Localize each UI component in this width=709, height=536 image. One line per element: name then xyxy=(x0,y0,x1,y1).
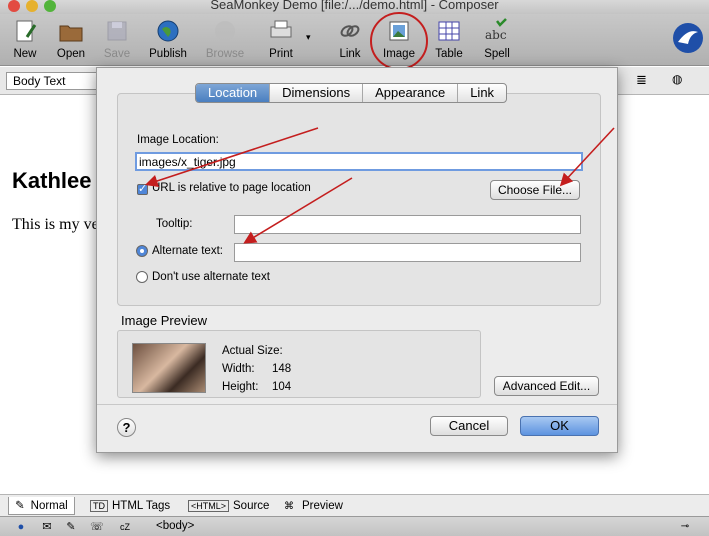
dialog-divider xyxy=(97,404,617,405)
tooltip-label: Tooltip: xyxy=(156,218,193,230)
tooltip-input[interactable] xyxy=(234,215,581,234)
browse-icon xyxy=(215,21,235,41)
main-toolbar: New Open Save Publish Browse Print ▾ Lin… xyxy=(0,14,709,66)
relative-url-checkbox[interactable] xyxy=(137,182,148,195)
location-tab-panel: Image Location: images/x_tiger.jpg URL i… xyxy=(117,93,601,306)
edit-mode-bar: ✎ Normal TD HTML Tags <HTML> Source ⌘ Previe… xyxy=(0,494,709,516)
help-button[interactable]: ? xyxy=(117,418,136,437)
spell-button[interactable]: abc Spell xyxy=(478,17,516,65)
open-button-label: Open xyxy=(56,48,86,60)
html-source-icon: <HTML> xyxy=(188,500,230,512)
composer-icon[interactable]: ✎ xyxy=(64,520,78,534)
mode-tab-source-label: Source xyxy=(233,500,270,512)
advanced-edit-button[interactable]: Advanced Edit... xyxy=(494,376,599,396)
no-alt-text-label: Don't use alternate text xyxy=(152,271,270,283)
spell-button-label: Spell xyxy=(484,48,510,60)
print-button-label: Print xyxy=(269,48,293,60)
tab-dimensions[interactable]: Dimensions xyxy=(270,84,364,102)
table-icon xyxy=(438,21,460,41)
choose-file-button[interactable]: Choose File... xyxy=(490,180,580,200)
height-label: Height: xyxy=(222,381,259,393)
preview-icon: ⌘ xyxy=(284,501,294,512)
browse-button[interactable]: Browse xyxy=(202,17,248,65)
table-button[interactable]: Table xyxy=(430,17,468,65)
status-bar: ● ✉ ✎ ☏ cZ <body> ⊸ xyxy=(0,516,709,536)
new-button-label: New xyxy=(13,48,37,60)
relative-url-label: URL is relative to page location xyxy=(152,182,311,194)
navigator-icon[interactable]: ● xyxy=(14,520,28,534)
save-button-label: Save xyxy=(103,48,131,60)
print-dropdown-chevron-icon[interactable]: ▾ xyxy=(306,32,311,43)
align-justify-icon[interactable]: ≣ xyxy=(636,72,647,88)
publish-button-label: Publish xyxy=(149,48,187,60)
open-button[interactable]: Open xyxy=(52,17,90,65)
folder-icon xyxy=(59,25,83,42)
mode-tab-preview-label: Preview xyxy=(302,500,343,512)
alternate-text-radio[interactable] xyxy=(136,245,148,257)
tab-link[interactable]: Link xyxy=(458,84,506,102)
link-icon xyxy=(340,25,360,37)
document-paragraph: This is my ve xyxy=(12,216,99,233)
mode-tab-normal-label: Normal xyxy=(30,500,68,512)
actual-size-label: Actual Size: xyxy=(222,345,283,357)
ok-button[interactable]: OK xyxy=(520,416,599,436)
width-value: 148 xyxy=(272,363,292,375)
no-alt-text-radio[interactable] xyxy=(136,271,148,283)
alternate-text-input[interactable] xyxy=(234,243,581,262)
image-location-input[interactable]: images/x_tiger.jpg xyxy=(135,152,583,171)
seamonkey-logo-icon xyxy=(673,23,703,53)
print-button[interactable]: Print xyxy=(262,17,300,65)
paragraph-format-select[interactable]: Body Text xyxy=(6,72,98,90)
floppy-disk-icon xyxy=(107,21,127,41)
tab-appearance[interactable]: Appearance xyxy=(363,84,459,102)
mode-tab-source[interactable]: <HTML> Source xyxy=(188,497,269,515)
publish-button[interactable]: Publish xyxy=(144,17,192,65)
image-preview-heading: Image Preview xyxy=(121,313,207,328)
image-location-label: Image Location: xyxy=(137,134,219,146)
height-value: 104 xyxy=(272,381,292,393)
title-bar: SeaMonkey Demo [file:/.../demo.html] - C… xyxy=(0,0,709,14)
printer-icon xyxy=(270,20,292,38)
width-label: Width: xyxy=(222,363,255,375)
mode-tab-preview[interactable]: ⌘ Preview xyxy=(284,497,343,515)
table-button-label: Table xyxy=(435,48,463,60)
image-preview-thumbnail xyxy=(132,343,206,393)
alternate-text-label: Alternate text: xyxy=(152,245,223,257)
svg-text:abc: abc xyxy=(485,28,507,42)
connection-status-icon: ⊸ xyxy=(680,521,690,532)
cancel-button[interactable]: Cancel xyxy=(430,416,508,436)
mode-tab-html-tags[interactable]: TD HTML Tags xyxy=(90,497,170,515)
link-button[interactable]: Link xyxy=(334,17,366,65)
new-document-icon xyxy=(16,20,37,42)
image-properties-dialog: Location Dimensions Appearance Link Imag… xyxy=(96,67,618,453)
browse-button-label: Browse xyxy=(205,48,245,60)
pen-icon: ✎ xyxy=(15,500,25,512)
new-button[interactable]: New xyxy=(6,17,44,65)
globe-icon xyxy=(157,20,179,42)
address-book-icon[interactable]: ☏ xyxy=(90,520,104,534)
image-button-highlight-circle xyxy=(370,12,428,70)
mode-tab-normal[interactable]: ✎ Normal xyxy=(8,497,75,515)
mode-tab-html-tags-label: HTML Tags xyxy=(112,500,171,512)
image-preview-box: Actual Size: Width: 148 Height: 104 xyxy=(117,330,481,398)
document-heading: Kathlee xyxy=(12,168,92,193)
tag-path-body[interactable]: <body> xyxy=(156,520,194,532)
irc-chat-icon[interactable]: cZ xyxy=(118,520,132,534)
tab-location[interactable]: Location xyxy=(196,84,271,102)
td-tag-icon: TD xyxy=(90,500,108,512)
insert-object-icon[interactable]: ◍ xyxy=(672,72,682,86)
window-title: SeaMonkey Demo [file:/.../demo.html] - C… xyxy=(210,0,499,12)
save-button[interactable]: Save xyxy=(98,17,136,65)
mail-icon[interactable]: ✉ xyxy=(40,520,54,534)
link-button-label: Link xyxy=(339,48,361,60)
dialog-tabs: Location Dimensions Appearance Link xyxy=(195,83,508,103)
spell-check-icon: abc xyxy=(485,18,507,42)
